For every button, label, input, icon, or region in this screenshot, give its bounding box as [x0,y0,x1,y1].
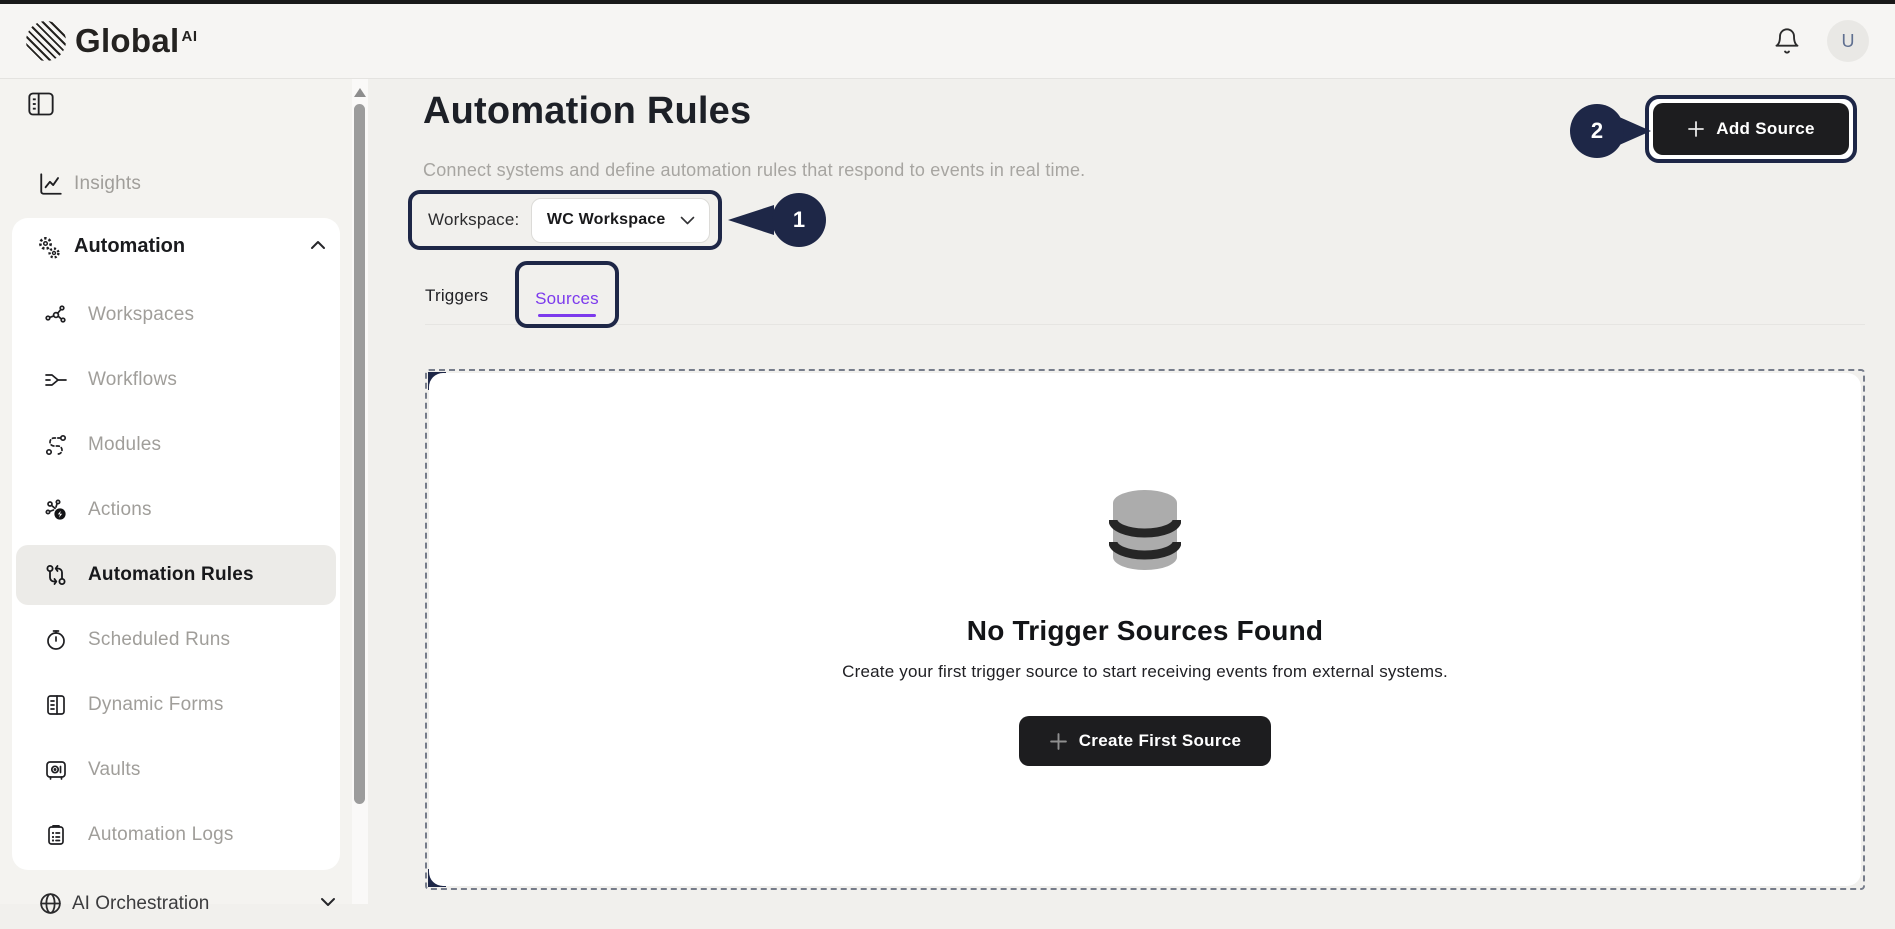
sidebar-item-insights[interactable]: Insights [12,159,340,209]
sidebar-collapse-button[interactable] [27,91,57,119]
sidebar-section-header-automation[interactable]: Automation [12,218,340,278]
brand-superscript: AI [181,28,197,45]
sources-tab-annotation-box: Sources [515,261,619,328]
dynamic-forms-icon [44,693,68,717]
sidebar-item-label: Automation Rules [88,564,254,586]
callout-2-badge: 2 [1570,104,1624,158]
sidebar-item-label: Scheduled Runs [88,629,230,651]
sidebar-item-modules[interactable]: Modules [12,413,340,477]
sidebar-item-label: Workspaces [88,304,194,326]
workspace-selected-value: WC Workspace [547,211,666,229]
chevron-down-icon [320,897,336,907]
add-source-label: Add Source [1716,119,1814,139]
automation-logs-icon [44,823,68,847]
sidebar-item-workspaces[interactable]: Workspaces [12,283,340,347]
sidebar-item-label: Modules [88,434,161,456]
create-first-source-label: Create First Source [1079,731,1242,751]
sidebar-item-label: Actions [88,499,152,521]
tab-triggers[interactable]: Triggers [425,286,488,306]
plus-icon [1687,120,1705,138]
workspace-label: Workspace: [428,210,519,230]
sources-empty-region: No Trigger Sources Found Create your fir… [425,369,1865,890]
sidebar-item-automation-logs[interactable]: Automation Logs [12,803,340,867]
sidebar-section-label: Automation [74,235,185,258]
panel-toggle-icon [27,91,57,117]
sidebar: Insights Automation [0,79,352,904]
actions-icon [44,498,68,522]
scrollbar-thumb[interactable] [354,104,365,804]
sidebar-item-automation-rules[interactable]: Automation Rules [12,543,340,607]
workspace-selector-annotation-box: Workspace: WC Workspace [408,190,722,250]
sidebar-section-automation: Automation Workspaces [12,218,340,870]
avatar-initial: U [1842,31,1855,52]
scheduled-runs-icon [44,628,68,652]
notifications-button[interactable] [1771,25,1803,57]
sidebar-item-label: Vaults [88,759,141,781]
active-tab-underline [538,314,596,317]
user-avatar[interactable]: U [1827,20,1869,62]
top-bar: GlobalAI U [0,0,1895,79]
insights-icon [38,171,64,197]
workspace-dropdown[interactable]: WC Workspace [531,198,710,243]
tabs-divider [425,324,1865,325]
brand-logo[interactable]: GlobalAI [26,21,197,61]
sidebar-item-label: Dynamic Forms [88,694,224,716]
page-title: Automation Rules [423,90,751,133]
sidebar-item-label: Workflows [88,369,177,391]
sidebar-item-scheduled-runs[interactable]: Scheduled Runs [12,608,340,672]
modules-icon [44,433,68,457]
scrollbar-up-arrow[interactable] [354,88,366,97]
callout-1-badge: 1 [772,193,826,247]
sidebar-item-workflows[interactable]: Workflows [12,348,340,412]
sidebar-section-label: AI Orchestration [72,893,209,915]
brand-name: Global [75,22,179,59]
ai-orchestration-icon [38,891,64,917]
workflows-icon [44,368,68,392]
sidebar-item-actions[interactable]: Actions [12,478,340,542]
empty-state-title: No Trigger Sources Found [967,615,1323,647]
vaults-icon [44,758,68,782]
callout-1-pointer [728,205,774,235]
add-source-button[interactable]: Add Source [1653,103,1849,155]
empty-state-description: Create your first trigger source to star… [842,662,1448,682]
sidebar-scrollbar[interactable] [352,79,368,904]
chevron-up-icon [310,240,326,250]
callout-number: 2 [1591,118,1603,144]
sidebar-item-label: Automation Logs [88,824,234,846]
automation-rules-icon [44,563,68,587]
page-subtitle: Connect systems and define automation ru… [423,160,1085,181]
workspaces-icon [44,303,68,327]
callout-number: 1 [793,207,805,233]
create-first-source-button[interactable]: Create First Source [1019,716,1271,766]
database-icon [1109,489,1181,571]
add-source-annotation-box: Add Source [1645,95,1857,163]
gears-icon [36,235,62,261]
sidebar-item-dynamic-forms[interactable]: Dynamic Forms [12,673,340,737]
sidebar-item-label: Insights [74,173,141,195]
empty-state-card: No Trigger Sources Found Create your fir… [429,373,1861,886]
bell-icon [1773,26,1801,56]
topbar-actions: U [1771,20,1869,62]
sidebar-item-vaults[interactable]: Vaults [12,738,340,802]
chevron-down-icon [680,216,695,225]
plus-icon [1049,732,1068,751]
sidebar-section-header-ai-orchestration[interactable]: AI Orchestration [12,879,340,929]
brand-logo-icon [26,21,66,61]
tab-sources[interactable]: Sources [519,289,615,309]
